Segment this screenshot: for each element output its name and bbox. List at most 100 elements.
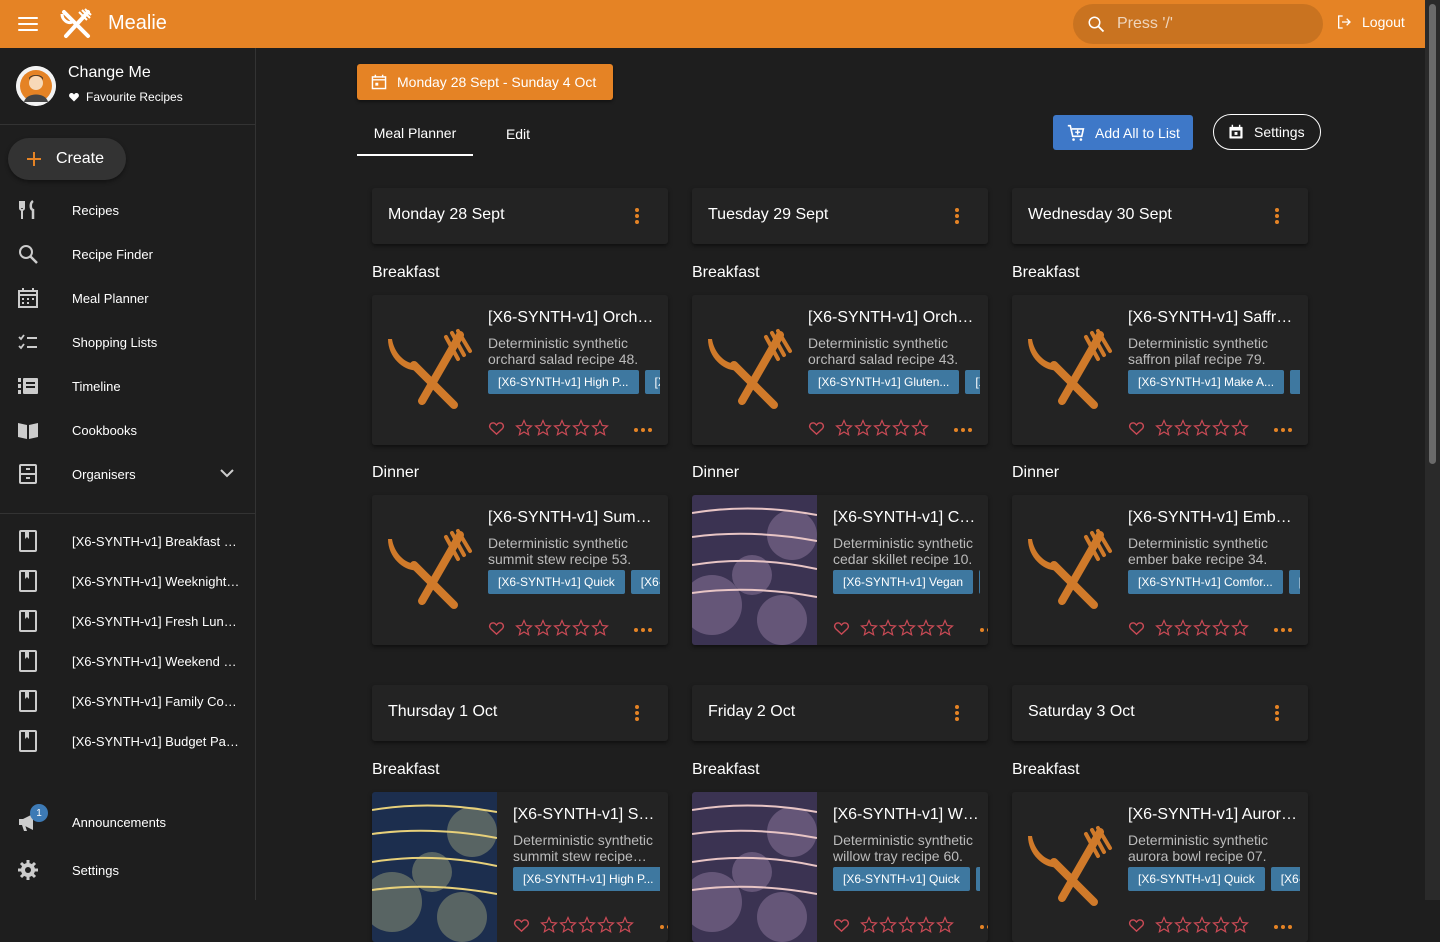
more-vertical-icon[interactable] xyxy=(955,208,959,226)
avatar[interactable] xyxy=(16,66,56,106)
star-icon[interactable] xyxy=(1174,619,1192,637)
sidebar-item-meal-planner[interactable]: Meal Planner xyxy=(0,276,256,320)
heart-outline-icon[interactable] xyxy=(1128,420,1145,437)
rating-stars[interactable] xyxy=(835,419,929,437)
recipe-tag[interactable]: [X6-SYNTH-v1] Quick xyxy=(833,867,970,891)
recipe-tag[interactable]: [X6-SYNTH-v1] Quick xyxy=(965,370,980,394)
star-icon[interactable] xyxy=(1231,419,1249,437)
menu-icon[interactable] xyxy=(14,12,42,36)
sidebar-item-recipes[interactable]: Recipes xyxy=(0,188,256,232)
star-icon[interactable] xyxy=(1212,619,1230,637)
recipe-tag[interactable]: [X6-SYNTH-v1] Gluten... xyxy=(808,370,960,394)
star-icon[interactable] xyxy=(1155,619,1173,637)
star-icon[interactable] xyxy=(917,619,935,637)
star-icon[interactable] xyxy=(534,419,552,437)
recipe-title[interactable]: [X6-SYNTH-v1] Ember Bake xyxy=(1128,509,1300,527)
star-icon[interactable] xyxy=(1231,916,1249,934)
recipe-tag[interactable]: [X6-SYNTH-v1] Vegan xyxy=(1270,867,1300,891)
chevron-down-icon[interactable] xyxy=(218,464,236,482)
recipe-image[interactable] xyxy=(692,495,817,645)
recipe-tag[interactable]: [X6-SYNTH-v1] Quick xyxy=(979,570,980,594)
star-icon[interactable] xyxy=(578,916,596,934)
rating-stars[interactable] xyxy=(515,619,609,637)
star-icon[interactable] xyxy=(553,419,571,437)
more-vertical-icon[interactable] xyxy=(635,705,639,723)
star-icon[interactable] xyxy=(540,916,558,934)
star-icon[interactable] xyxy=(1231,619,1249,637)
sidebar-cookbook-item[interactable]: [X6-SYNTH-v1] Weeknight Dinners xyxy=(0,561,256,601)
tab-edit[interactable]: Edit xyxy=(477,112,559,156)
star-icon[interactable] xyxy=(591,619,609,637)
star-icon[interactable] xyxy=(1212,419,1230,437)
recipe-title[interactable]: [X6-SYNTH-v1] Willow Tray xyxy=(833,806,980,824)
rating-stars[interactable] xyxy=(860,916,954,934)
star-icon[interactable] xyxy=(572,419,590,437)
recipe-card[interactable]: [X6-SYNTH-v1] Saffron Pilaf Deterministic… xyxy=(1012,295,1308,445)
star-icon[interactable] xyxy=(515,619,533,637)
sidebar-cookbook-item[interactable]: [X6-SYNTH-v1] Breakfast Favourites xyxy=(0,521,256,561)
recipe-image[interactable] xyxy=(692,792,817,942)
sidebar-cookbook-item[interactable]: [X6-SYNTH-v1] Fresh Lunches xyxy=(0,601,256,641)
star-icon[interactable] xyxy=(936,619,954,637)
sidebar-item-settings[interactable]: Settings xyxy=(0,848,256,892)
recipe-card[interactable]: [X6-SYNTH-v1] Summit Stew Deterministic s… xyxy=(372,495,668,645)
sidebar-item-timeline[interactable]: Timeline xyxy=(0,364,256,408)
rating-stars[interactable] xyxy=(1155,619,1249,637)
star-icon[interactable] xyxy=(873,419,891,437)
recipe-tag[interactable]: [X6-SYNTH-v1] Quick xyxy=(1290,370,1300,394)
recipe-title[interactable]: [X6-SYNTH-v1] Aurora Bowl xyxy=(1128,806,1300,824)
recipe-card[interactable]: [X6-SYNTH-v1] Cedar Skillet Deterministic… xyxy=(692,495,988,645)
star-icon[interactable] xyxy=(1212,916,1230,934)
star-icon[interactable] xyxy=(879,619,897,637)
recipe-tag[interactable]: [X6-SYNTH-v1] Quick xyxy=(1288,570,1300,594)
star-icon[interactable] xyxy=(559,916,577,934)
star-icon[interactable] xyxy=(553,619,571,637)
sidebar-cookbook-item[interactable]: [X6-SYNTH-v1] Budget Pantry xyxy=(0,721,256,761)
recipe-tag[interactable]: [X6-SYNTH-v1] Vegan xyxy=(630,570,660,594)
logout-button[interactable]: Logout xyxy=(1336,14,1405,30)
more-vertical-icon[interactable] xyxy=(955,705,959,723)
recipe-tag[interactable]: [X6-SYNTH-v1] Vegan xyxy=(975,867,980,891)
star-icon[interactable] xyxy=(892,419,910,437)
recipe-tag[interactable]: [X6-SYNTH-v1] Vegan xyxy=(644,370,660,394)
recipe-tag[interactable]: [X6-SYNTH-v1] Quick xyxy=(1128,867,1265,891)
star-icon[interactable] xyxy=(835,419,853,437)
heart-outline-icon[interactable] xyxy=(808,420,825,437)
more-vertical-icon[interactable] xyxy=(1275,705,1279,723)
star-icon[interactable] xyxy=(515,419,533,437)
page-scrollbar[interactable] xyxy=(1425,0,1440,900)
rating-stars[interactable] xyxy=(1155,916,1249,934)
recipe-card[interactable]: [X6-SYNTH-v1] Willow Tray Deterministic s… xyxy=(692,792,988,942)
recipe-tag[interactable]: [X6-SYNTH-v1] High P... xyxy=(513,867,660,891)
recipe-tag[interactable]: [X6-SYNTH-v1] Make A... xyxy=(1128,370,1285,394)
heart-outline-icon[interactable] xyxy=(833,917,850,934)
recipe-title[interactable]: [X6-SYNTH-v1] Cedar Skillet xyxy=(833,509,980,527)
recipe-card[interactable]: [X6-SYNTH-v1] Orchard Salad Deterministic… xyxy=(692,295,988,445)
star-icon[interactable] xyxy=(572,619,590,637)
recipe-tag[interactable]: [X6-SYNTH-v1] High P... xyxy=(488,370,639,394)
recipe-title[interactable]: [X6-SYNTH-v1] Summit Stew xyxy=(488,509,660,527)
more-horizontal-icon[interactable] xyxy=(660,925,668,929)
star-icon[interactable] xyxy=(1174,916,1192,934)
sidebar-item-cookbooks[interactable]: Cookbooks xyxy=(0,408,256,452)
star-icon[interactable] xyxy=(879,916,897,934)
star-icon[interactable] xyxy=(1155,419,1173,437)
recipe-title[interactable]: [X6-SYNTH-v1] Orchard Salad xyxy=(488,309,660,327)
recipe-card[interactable]: [X6-SYNTH-v1] Ember Bake Deterministic sy… xyxy=(1012,495,1308,645)
rating-stars[interactable] xyxy=(515,419,609,437)
sidebar-item-shopping-lists[interactable]: Shopping Lists xyxy=(0,320,256,364)
star-icon[interactable] xyxy=(860,916,878,934)
recipe-tag[interactable]: [X6-SYNTH-v1] Vegan xyxy=(833,570,974,594)
heart-outline-icon[interactable] xyxy=(488,620,505,637)
star-icon[interactable] xyxy=(534,619,552,637)
star-icon[interactable] xyxy=(911,419,929,437)
favourite-recipes-link[interactable]: Favourite Recipes xyxy=(68,90,183,104)
more-horizontal-icon[interactable] xyxy=(954,428,972,432)
recipe-title[interactable]: [X6-SYNTH-v1] Saffron Pilaf xyxy=(1128,309,1300,327)
heart-outline-icon[interactable] xyxy=(1128,620,1145,637)
add-all-to-list-button[interactable]: Add All to List xyxy=(1053,115,1193,150)
sidebar-item-organisers[interactable]: Organisers xyxy=(0,452,256,496)
star-icon[interactable] xyxy=(1193,916,1211,934)
tab-meal-planner[interactable]: Meal Planner xyxy=(357,112,473,156)
star-icon[interactable] xyxy=(1174,419,1192,437)
